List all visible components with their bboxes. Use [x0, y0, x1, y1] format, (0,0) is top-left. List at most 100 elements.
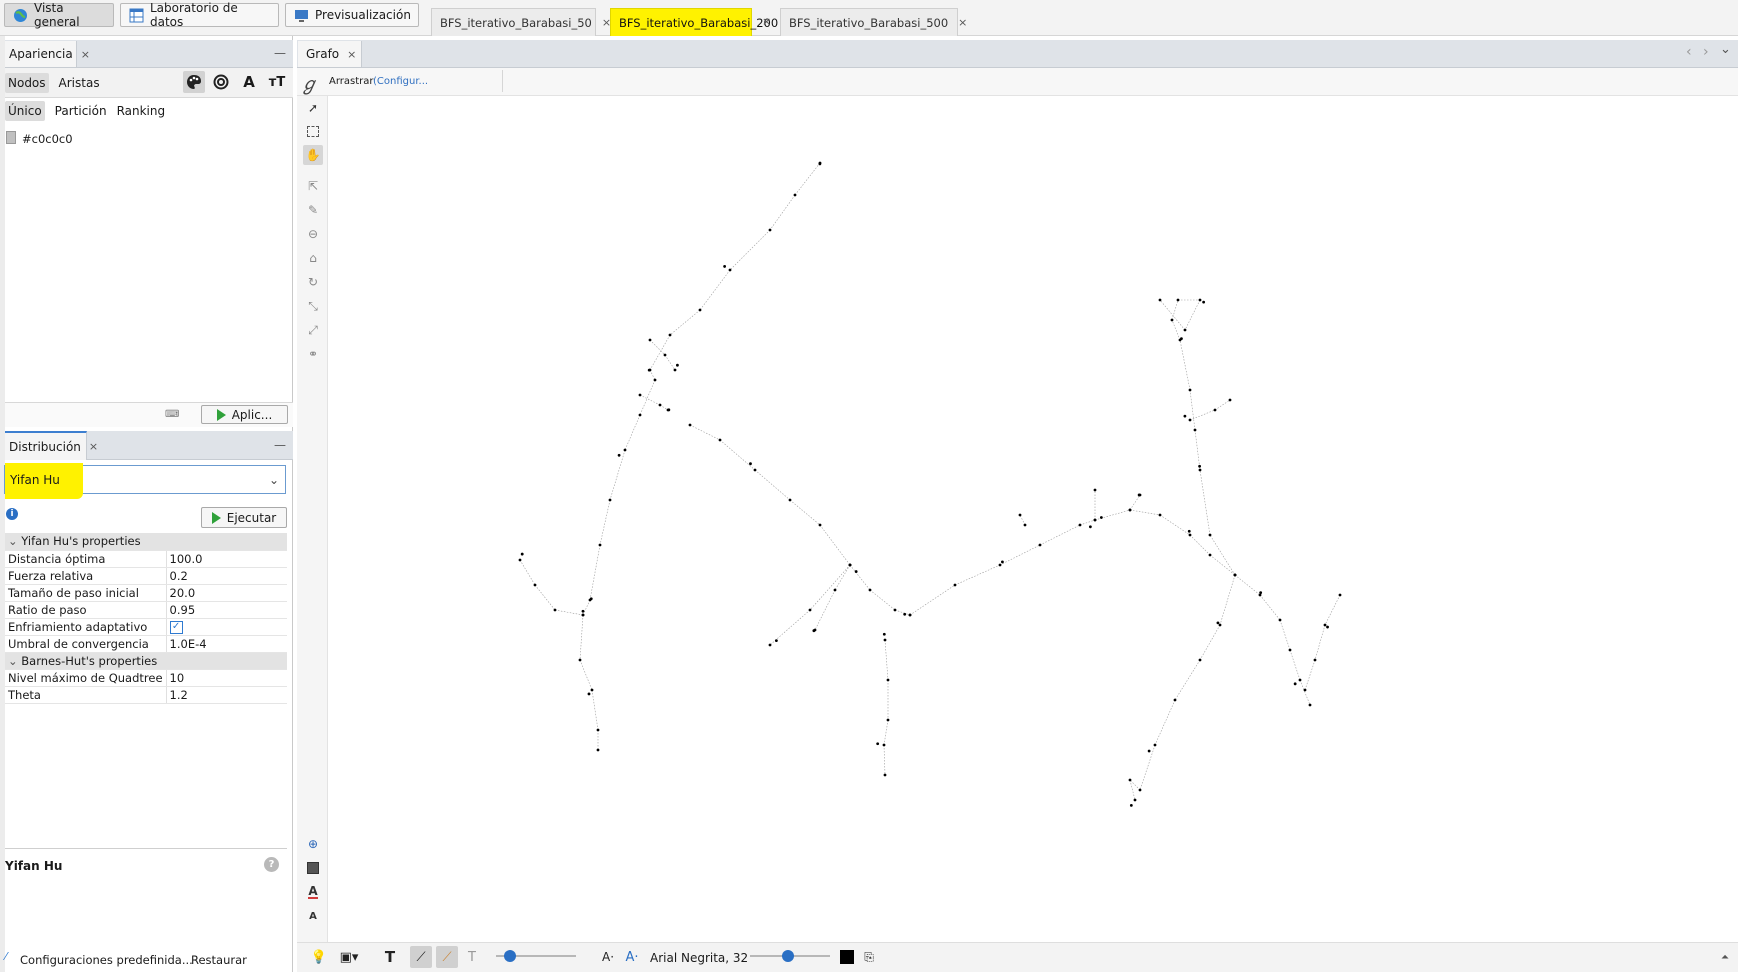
- graph-node[interactable]: [1183, 414, 1187, 418]
- graph-node[interactable]: [518, 558, 522, 562]
- presets-button[interactable]: Configuraciones predefinida...: [20, 953, 193, 967]
- tab-appearance[interactable]: Apariencia ×: [5, 41, 90, 67]
- graph-node[interactable]: [953, 583, 957, 587]
- graph-node[interactable]: [1001, 560, 1004, 564]
- table-row[interactable]: Umbral de convergencia 1.0E-4: [5, 635, 287, 653]
- graph-node[interactable]: [520, 552, 524, 556]
- subtab-nodes[interactable]: Nodos: [5, 73, 49, 93]
- graph-node[interactable]: [883, 773, 887, 777]
- graph-node[interactable]: [1228, 398, 1232, 402]
- graph-node[interactable]: [854, 570, 858, 573]
- font-decrease-icon[interactable]: A·: [598, 948, 618, 966]
- graph-node[interactable]: [998, 563, 1002, 567]
- close-icon[interactable]: ×: [762, 15, 771, 28]
- graph-node[interactable]: [598, 543, 602, 547]
- mode-partition[interactable]: Partición: [55, 104, 107, 118]
- graph-node[interactable]: [648, 338, 652, 342]
- graph-node[interactable]: [1188, 418, 1192, 422]
- graph-node[interactable]: [908, 613, 912, 617]
- label-attributes-icon[interactable]: ⎘: [860, 948, 878, 966]
- graph-node[interactable]: [1018, 513, 1022, 517]
- graph-node[interactable]: [1188, 388, 1192, 392]
- graph-node[interactable]: [1323, 623, 1327, 627]
- graph-node[interactable]: [1158, 298, 1162, 302]
- graph-node[interactable]: [768, 228, 772, 232]
- graph-node[interactable]: [882, 632, 886, 636]
- graph-node[interactable]: [581, 613, 585, 617]
- graph-node[interactable]: [1138, 788, 1142, 792]
- close-icon[interactable]: ×: [89, 440, 98, 453]
- color-swatch[interactable]: [6, 131, 16, 144]
- subtab-edges[interactable]: Aristas: [59, 76, 100, 90]
- graph-node[interactable]: [1326, 625, 1329, 629]
- preview-button[interactable]: Previsualización: [285, 3, 419, 27]
- graph-node[interactable]: [1183, 328, 1187, 332]
- apply-button[interactable]: Aplic...: [201, 405, 288, 424]
- nav-right-icon[interactable]: ›: [1703, 44, 1709, 60]
- doc-tab-barabasi-50[interactable]: BFS_iterativo_Barabasi_50 ×: [431, 8, 611, 36]
- graph-node[interactable]: [553, 608, 557, 612]
- table-row[interactable]: Enfriamiento adaptativo ✓: [5, 618, 287, 636]
- help-icon[interactable]: ?: [264, 857, 279, 872]
- graph-node[interactable]: [1198, 658, 1202, 662]
- graph-node[interactable]: [774, 639, 778, 643]
- graph-node[interactable]: [638, 413, 642, 417]
- label-color-icon[interactable]: A: [303, 882, 323, 902]
- graph-node[interactable]: [893, 608, 897, 612]
- graph-node[interactable]: [1093, 488, 1097, 492]
- table-row[interactable]: Theta 1.2: [5, 686, 287, 704]
- graph-node[interactable]: [1338, 593, 1342, 597]
- nav-left-icon[interactable]: ‹: [1686, 44, 1692, 60]
- graph-node[interactable]: [676, 363, 679, 367]
- graph-node[interactable]: [886, 718, 890, 722]
- graph-node[interactable]: [673, 368, 677, 372]
- graph-node[interactable]: [698, 308, 702, 312]
- close-icon[interactable]: ×: [81, 48, 90, 61]
- edge-visibility-icon[interactable]: ⟋: [410, 946, 432, 968]
- group-row[interactable]: ⌄ Barnes-Hut's properties: [5, 652, 287, 670]
- prop-value[interactable]: 0.2: [166, 567, 287, 585]
- graph-node[interactable]: [1208, 553, 1212, 557]
- screenshot-icon[interactable]: ▣▾: [334, 948, 364, 966]
- graph-node[interactable]: [1259, 591, 1263, 595]
- graph-node[interactable]: [768, 643, 772, 647]
- font-label[interactable]: Arial Negrita, 32: [650, 951, 748, 965]
- expand-icon[interactable]: ⏶: [1718, 948, 1732, 966]
- graph-node[interactable]: [596, 728, 600, 732]
- graph-node[interactable]: [848, 563, 852, 567]
- graph-node[interactable]: [1129, 803, 1133, 807]
- checkbox-checked[interactable]: ✓: [169, 620, 183, 634]
- graph-node[interactable]: [1170, 318, 1174, 322]
- close-icon[interactable]: ×: [958, 16, 967, 29]
- mode-unique[interactable]: Único: [5, 101, 45, 121]
- doc-tab-barabasi-200[interactable]: BFS_iterativo_Barabasi_200: [610, 8, 778, 36]
- algorithm-select[interactable]: Yifan Hu ⌄: [4, 463, 286, 499]
- rotate-icon[interactable]: ↻: [303, 272, 323, 292]
- graph-node[interactable]: [1218, 623, 1222, 627]
- graph-node[interactable]: [1093, 518, 1097, 522]
- graph-node[interactable]: [886, 678, 890, 682]
- graph-node[interactable]: [1180, 337, 1183, 341]
- graph-node[interactable]: [1278, 618, 1282, 622]
- graph-node[interactable]: [533, 583, 537, 587]
- graph-node[interactable]: [868, 588, 872, 592]
- graph-node[interactable]: [1188, 533, 1192, 537]
- graph-node[interactable]: [653, 378, 657, 382]
- label-size-icon[interactable]: ᴛT: [266, 71, 288, 93]
- prop-value[interactable]: 20.0: [166, 584, 287, 602]
- tab-graph[interactable]: Grafo ×: [298, 41, 362, 67]
- show-labels-icon[interactable]: T: [380, 948, 400, 966]
- paint-icon[interactable]: ⌂: [303, 248, 323, 268]
- prop-value[interactable]: 0.95: [166, 601, 287, 619]
- graph-node[interactable]: [587, 692, 591, 696]
- rectangle-select-icon[interactable]: [303, 121, 323, 141]
- add-edge-icon[interactable]: ⤡: [303, 296, 323, 316]
- group-row[interactable]: ⌄ Yifan Hu's properties: [5, 533, 287, 551]
- graph-node[interactable]: [1198, 464, 1201, 468]
- graph-node[interactable]: [808, 608, 812, 612]
- graph-node[interactable]: [589, 597, 593, 601]
- edge-color-icon[interactable]: ⟋: [436, 946, 458, 968]
- graph-node[interactable]: [658, 403, 662, 407]
- nav-down-icon[interactable]: ⌄: [1720, 42, 1731, 57]
- graph-node[interactable]: [1198, 298, 1202, 302]
